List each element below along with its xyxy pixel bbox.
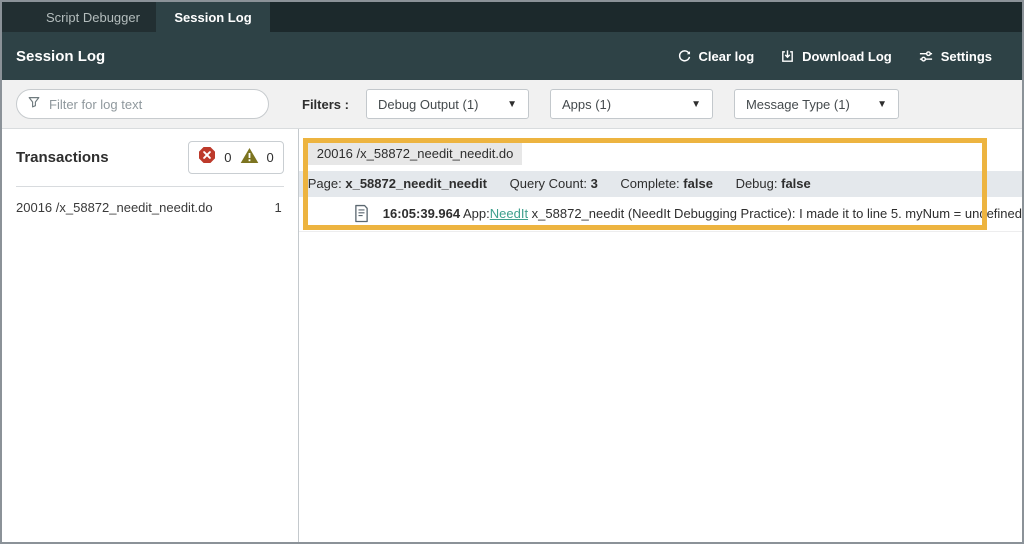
settings-label: Settings <box>941 49 992 64</box>
apps-dropdown-label: Apps (1) <box>562 97 611 112</box>
meta-page-value: x_58872_needit_needit <box>345 176 487 191</box>
error-icon <box>198 146 216 169</box>
refresh-icon <box>677 49 692 64</box>
meta-complete-label: Complete: <box>620 176 683 191</box>
content-area: Transactions 0 <box>2 129 1022 542</box>
download-icon <box>780 49 795 64</box>
chevron-down-icon: ▼ <box>691 99 701 110</box>
page-title: Session Log <box>16 48 105 65</box>
debug-output-dropdown-label: Debug Output (1) <box>378 97 478 112</box>
filter-bar: Filters : Debug Output (1) ▼ Apps (1) ▼ … <box>2 80 1022 129</box>
transactions-title: Transactions <box>16 149 109 166</box>
transactions-panel: Transactions 0 <box>2 129 299 542</box>
chevron-down-icon: ▼ <box>507 99 517 110</box>
transaction-title-row: 20016 /x_58872_needit_needit.do <box>299 142 1022 171</box>
transactions-header: Transactions 0 <box>2 129 298 184</box>
tab-script-debugger-label: Script Debugger <box>46 10 140 25</box>
transaction-item-count: 1 <box>275 200 282 215</box>
tab-script-debugger[interactable]: Script Debugger <box>30 2 156 32</box>
meta-debug: Debug: false <box>736 176 811 191</box>
meta-debug-label: Debug: <box>736 176 782 191</box>
meta-query-count-label: Query Count: <box>510 176 591 191</box>
header-bar: Session Log Clear log <box>2 32 1022 80</box>
transaction-item-label: 20016 /x_58872_needit_needit.do <box>16 200 213 215</box>
transaction-list-item[interactable]: 20016 /x_58872_needit_needit.do 1 <box>2 187 298 228</box>
log-entry-app-label: App: <box>460 206 490 221</box>
log-panel: 20016 /x_58872_needit_needit.do Page: x_… <box>299 129 1022 542</box>
filters-label: Filters : <box>302 97 349 112</box>
meta-complete-value: false <box>683 176 713 191</box>
tab-strip-spacer <box>2 2 30 32</box>
sliders-icon <box>918 49 934 64</box>
debug-output-dropdown[interactable]: Debug Output (1) ▼ <box>366 89 529 119</box>
transaction-meta-row: Page: x_58872_needit_needit Query Count:… <box>299 171 1022 197</box>
header-actions: Clear log Download Log <box>677 49 992 64</box>
log-entry-row: 16:05:39.964 App:NeedIt x_58872_needit (… <box>299 197 1022 232</box>
error-count: 0 <box>224 150 231 165</box>
meta-page: Page: x_58872_needit_needit <box>308 176 487 191</box>
meta-query-count: Query Count: 3 <box>510 176 598 191</box>
log-filter-input[interactable] <box>49 97 258 112</box>
chevron-down-icon: ▼ <box>877 99 887 110</box>
meta-page-label: Page: <box>308 176 346 191</box>
error-warning-badge: 0 0 <box>188 141 283 174</box>
tab-strip: Script Debugger Session Log <box>2 2 1022 32</box>
clear-log-button[interactable]: Clear log <box>677 49 755 64</box>
download-log-button[interactable]: Download Log <box>780 49 892 64</box>
log-entry-text: x_58872_needit (NeedIt Debugging Practic… <box>528 206 1022 221</box>
session-log-window: Script Debugger Session Log Session Log … <box>0 0 1024 544</box>
download-log-label: Download Log <box>802 49 892 64</box>
apps-dropdown[interactable]: Apps (1) ▼ <box>550 89 713 119</box>
message-type-dropdown-label: Message Type (1) <box>746 97 850 112</box>
settings-button[interactable]: Settings <box>918 49 992 64</box>
meta-debug-value: false <box>781 176 811 191</box>
app-link[interactable]: NeedIt <box>490 206 528 221</box>
log-filter-field <box>16 89 269 119</box>
clear-log-label: Clear log <box>699 49 755 64</box>
tab-session-log[interactable]: Session Log <box>156 2 270 32</box>
log-entry-message: 16:05:39.964 App:NeedIt x_58872_needit (… <box>383 206 1022 221</box>
transaction-title-chip[interactable]: 20016 /x_58872_needit_needit.do <box>308 142 523 165</box>
log-entry-time: 16:05:39.964 <box>383 206 460 221</box>
warning-icon <box>240 147 259 169</box>
message-type-dropdown[interactable]: Message Type (1) ▼ <box>734 89 899 119</box>
warning-count: 0 <box>267 150 274 165</box>
funnel-icon <box>27 95 41 114</box>
tab-session-log-label: Session Log <box>174 10 251 25</box>
meta-query-count-value: 3 <box>591 176 598 191</box>
document-icon <box>354 204 369 223</box>
meta-complete: Complete: false <box>620 176 713 191</box>
